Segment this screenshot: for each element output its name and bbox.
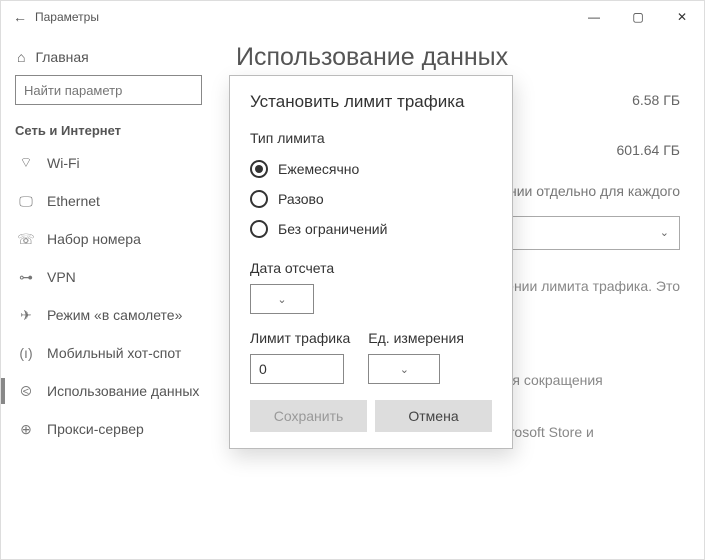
page-title: Использование данных [236,43,680,72]
radio-icon [250,190,268,208]
stat-value-1: 6.58 ГБ [632,92,680,108]
chevron-down-icon: ⌄ [660,226,669,239]
sidebar-item-label: Wi-Fi [47,155,80,171]
search-input[interactable] [15,75,202,105]
sidebar-item-label: Ethernet [47,193,100,209]
ethernet-icon: 🖵 [17,193,35,210]
radio-icon [250,160,268,178]
minimize-button[interactable]: — [572,1,616,33]
sidebar-item-label: Прокси-сервер [47,421,144,437]
dialog-title: Установить лимит трафика [250,92,492,112]
dialup-icon: ☏ [17,231,35,248]
sidebar-item-proxy[interactable]: ⊕ Прокси-сервер [15,410,202,448]
save-button[interactable]: Сохранить [250,400,367,432]
window-title: Параметры [35,10,572,24]
sidebar-item-label: VPN [47,269,76,285]
radio-label: Разово [278,191,324,207]
chevron-down-icon: ⌄ [400,363,409,376]
data-usage-icon: ⧀ [17,383,35,400]
radio-label: Без ограничений [278,221,387,237]
sidebar-item-data-usage[interactable]: ⧀ Использование данных [15,372,202,410]
maximize-button[interactable]: ▢ [616,1,660,33]
chevron-down-icon: ⌄ [277,293,286,306]
sidebar-item-label: Использование данных [47,383,199,399]
proxy-icon: ⊕ [17,421,35,438]
data-limit-label: Лимит трафика [250,330,350,346]
airplane-icon: ✈ [17,307,35,324]
stat-value-2: 601.64 ГБ [617,142,680,158]
radio-onetime[interactable]: Разово [250,184,492,214]
unit-select[interactable]: ⌄ [368,354,440,384]
set-data-limit-dialog: Установить лимит трафика Тип лимита Ежем… [229,75,513,449]
radio-icon [250,220,268,238]
data-limit-input[interactable] [250,354,344,384]
sidebar-item-wifi[interactable]: ⌔ Wi-Fi [15,144,202,182]
sidebar-item-dialup[interactable]: ☏ Набор номера [15,220,202,258]
sidebar-item-label: Режим «в самолете» [47,307,182,323]
wifi-icon: ⌔ [17,154,35,172]
radio-monthly[interactable]: Ежемесячно [250,154,492,184]
hotspot-icon: (ı) [17,345,35,361]
sidebar-item-label: Набор номера [47,231,141,247]
reset-date-select[interactable]: ⌄ [250,284,314,314]
reset-date-label: Дата отсчета [250,260,492,276]
vpn-icon: ⊶ [17,269,35,286]
radio-label: Ежемесячно [278,161,359,177]
cancel-button[interactable]: Отмена [375,400,492,432]
sidebar-item-ethernet[interactable]: 🖵 Ethernet [15,182,202,220]
sidebar-item-hotspot[interactable]: (ı) Мобильный хот-спот [15,334,202,372]
sidebar: ⌂ Главная Сеть и Интернет ⌔ Wi-Fi 🖵 Ethern… [1,33,216,559]
sidebar-item-label: Мобильный хот-спот [47,345,181,361]
limit-type-label: Тип лимита [250,130,492,146]
back-button[interactable]: ← [13,9,35,25]
sidebar-section-label: Сеть и Интернет [15,123,202,138]
sidebar-home[interactable]: ⌂ Главная [17,49,202,65]
sidebar-home-label: Главная [35,49,88,65]
radio-unlimited[interactable]: Без ограничений [250,214,492,244]
unit-label: Ед. измерения [368,330,464,346]
home-icon: ⌂ [17,49,25,65]
sidebar-item-vpn[interactable]: ⊶ VPN [15,258,202,296]
close-button[interactable]: ✕ [660,1,704,33]
sidebar-item-airplane[interactable]: ✈ Режим «в самолете» [15,296,202,334]
